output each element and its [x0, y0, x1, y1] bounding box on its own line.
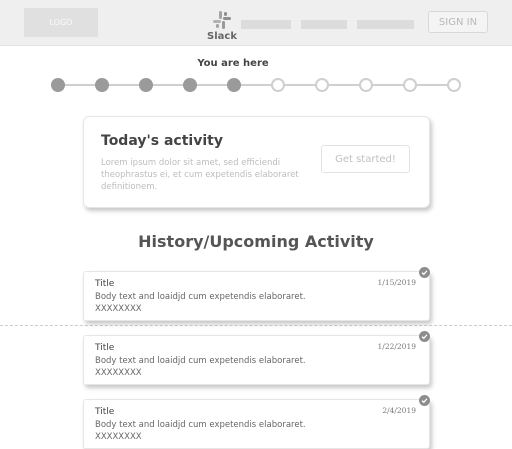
todays-activity-card: Today's activity Lorem ipsum dolor sit a…: [83, 116, 430, 208]
check-icon: [419, 267, 430, 278]
step-dot[interactable]: [447, 78, 461, 92]
sign-in-label: SIGN IN: [438, 16, 478, 28]
activity-extra: XXXXXXXX: [95, 304, 142, 314]
current-step-caption: You are here: [197, 58, 269, 69]
card-description: Lorem ipsum dolor sit amet, sed efficien…: [101, 158, 299, 192]
activity-body: Body text and loaidjd cum expetendis ela…: [95, 291, 306, 315]
activity-body-text: Body text and loaidjd cum expetendis ela…: [95, 292, 306, 302]
activity-title: Title: [95, 407, 115, 417]
activity-item[interactable]: Title Body text and loaidjd cum expetend…: [83, 331, 430, 385]
step-dot-current[interactable]: [227, 78, 241, 92]
check-icon: [419, 331, 430, 342]
slack-logo-icon: [213, 11, 231, 29]
activity-body: Body text and loaidjd cum expetendis ela…: [95, 419, 306, 443]
get-started-label: Get started!: [335, 153, 396, 165]
activity-title: Title: [95, 343, 115, 353]
activity-item[interactable]: Title Body text and loaidjd cum expetend…: [83, 267, 430, 321]
activity-body-text: Body text and loaidjd cum expetendis ela…: [95, 356, 306, 366]
check-icon: [419, 395, 430, 406]
get-started-button[interactable]: Get started!: [321, 145, 410, 173]
nav-item-placeholder-3[interactable]: [357, 20, 414, 29]
progress-track: [58, 84, 454, 86]
step-dot[interactable]: [95, 78, 109, 92]
step-dot[interactable]: [183, 78, 197, 92]
card-title: Today's activity: [101, 133, 223, 149]
step-dot[interactable]: [315, 78, 329, 92]
section-title: History/Upcoming Activity: [138, 232, 374, 251]
step-dot[interactable]: [403, 78, 417, 92]
activity-extra: XXXXXXXX: [95, 368, 142, 378]
step-dot[interactable]: [139, 78, 153, 92]
nav-item-placeholder-1[interactable]: [241, 20, 291, 29]
brand-label: Slack: [207, 31, 237, 42]
step-dot[interactable]: [51, 78, 65, 92]
activity-date: 1/15/2019: [377, 278, 416, 287]
fold-divider: [0, 325, 512, 326]
activity-item[interactable]: Title Body text and loaidjd cum expetend…: [83, 395, 430, 449]
activity-body-text: Body text and loaidjd cum expetendis ela…: [95, 420, 306, 430]
logo-text: LOGO: [49, 18, 73, 27]
step-dot[interactable]: [359, 78, 373, 92]
activity-title: Title: [95, 279, 115, 289]
brand[interactable]: Slack: [206, 10, 238, 42]
activity-body: Body text and loaidjd cum expetendis ela…: [95, 355, 306, 379]
top-header: LOGO Slack SIGN IN: [0, 0, 512, 46]
activity-date: 1/22/2019: [377, 342, 416, 351]
activity-date: 2/4/2019: [382, 406, 416, 415]
sign-in-button[interactable]: SIGN IN: [428, 11, 488, 33]
logo-placeholder[interactable]: LOGO: [24, 8, 98, 37]
nav-item-placeholder-2[interactable]: [301, 20, 347, 29]
step-dot[interactable]: [271, 78, 285, 92]
activity-extra: XXXXXXXX: [95, 432, 142, 442]
